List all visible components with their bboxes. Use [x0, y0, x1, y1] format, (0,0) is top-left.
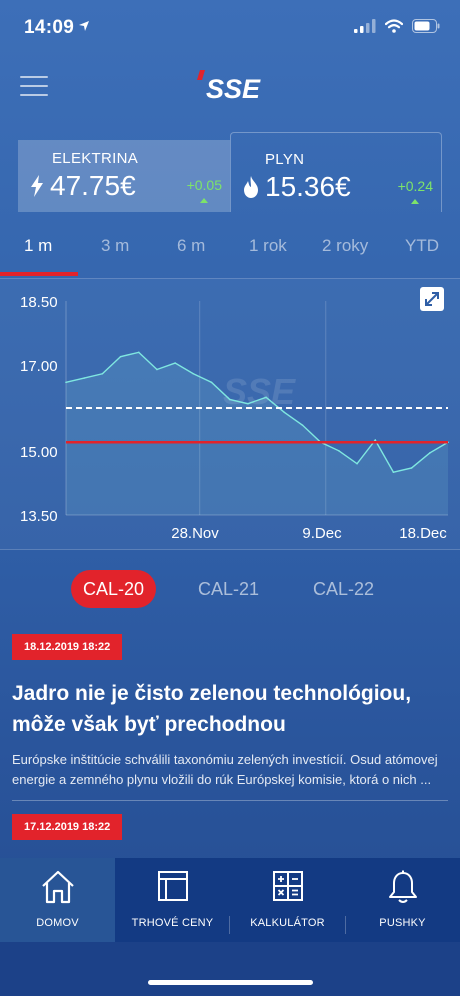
chart-canvas: SSE18.5017.0015.0013.5028.Nov 9.Dec 18.Dec: [20, 294, 449, 542]
series-point: [410, 467, 413, 469]
bell-icon: [388, 870, 417, 903]
location-arrow-icon: [79, 21, 89, 31]
tab-elektrina[interactable]: ELEKTRINA 47.75€ +0.05: [18, 140, 230, 212]
series-point: [301, 424, 304, 426]
plyn-change: +0.24: [398, 178, 433, 204]
menu-line: [20, 85, 48, 87]
nav-kalkulator-label: KALKULÁTOR: [250, 917, 325, 929]
series-point: [338, 450, 340, 452]
active-period-underline: [0, 272, 78, 276]
news-item[interactable]: 18.12.2019 18:22 Jadro nie je čisto zele…: [12, 634, 448, 801]
nav-trhove-ceny-label: TRHOVÉ CENY: [131, 917, 214, 929]
series-point: [228, 398, 231, 401]
series-point: [174, 362, 176, 364]
cal-tabs: CAL-20 CAL-21 CAL-22: [0, 568, 460, 612]
tab-cal-20[interactable]: CAL-20: [71, 570, 157, 608]
tab-cal-21[interactable]: CAL-21: [186, 570, 271, 608]
series-point: [210, 381, 213, 384]
elektrina-change: +0.05: [187, 177, 222, 203]
news-date-badge: 18.12.2019 18:22: [12, 634, 123, 660]
menu-line: [20, 94, 48, 96]
lightning-icon: [31, 175, 43, 197]
menu-button[interactable]: [20, 76, 48, 98]
tab-plyn[interactable]: PLYN 15.36€ +0.24: [230, 132, 442, 212]
tab-period-6m[interactable]: 6 m: [177, 236, 205, 256]
status-time: 14:09: [24, 17, 75, 38]
nav-pushky-label: PUSHKY: [379, 917, 426, 929]
status-bar: 14:09: [0, 0, 460, 56]
series-point: [429, 452, 431, 454]
y-tick-label: 18.50: [20, 294, 58, 311]
expand-icon: [425, 292, 439, 306]
plyn-price-row: 15.36€: [243, 171, 351, 203]
tab-period-1m[interactable]: 1 m: [24, 236, 52, 256]
price-chart[interactable]: SSE 18.50 17.00 15.00 13.50 28.Nov 9.Dec 18.Dec: [0, 278, 460, 550]
signal-icon: [354, 19, 376, 33]
bottom-nav: DOMOV TRHOVÉ CENY KALKULÁTOR PUSHKY: [0, 858, 460, 942]
news-date-badge-2: 17.12.2019 18:22: [12, 814, 123, 840]
series-point: [83, 377, 85, 379]
nav-domov[interactable]: DOMOV: [0, 858, 115, 942]
wifi-icon: [385, 19, 403, 33]
series-point: [192, 372, 195, 375]
expand-chart-button[interactable]: [420, 287, 444, 311]
home-icon: [41, 870, 74, 904]
y-tick-label: 13.50: [20, 508, 58, 525]
nav-trhove-ceny[interactable]: TRHOVÉ CENY: [115, 858, 230, 942]
home-indicator[interactable]: [148, 980, 313, 985]
nav-kalkulator[interactable]: KALKULÁTOR: [230, 858, 345, 942]
elektrina-price-row: 47.75€: [30, 170, 136, 202]
series-point: [247, 402, 249, 405]
x-tick-label: 18.Dec: [399, 525, 447, 542]
plyn-price: 15.36€: [265, 171, 351, 202]
app-header: SSE: [0, 56, 460, 120]
sse-logo: SSE: [197, 70, 261, 102]
flame-icon: [244, 176, 258, 198]
calculator-icon: [272, 871, 303, 901]
y-tick-label: 17.00: [20, 358, 58, 375]
news-divider: [12, 800, 448, 801]
plyn-label: PLYN: [265, 151, 305, 168]
tab-period-3m[interactable]: 3 m: [101, 236, 129, 256]
period-tabs: 1 m 3 m 6 m 1 rok 2 roky YTD: [0, 222, 460, 278]
logo-text: SSE: [206, 74, 261, 102]
elektrina-label: ELEKTRINA: [52, 150, 139, 167]
tab-period-ytd[interactable]: YTD: [405, 236, 439, 256]
tab-period-2roky[interactable]: 2 roky: [322, 236, 368, 256]
layout-icon: [157, 871, 188, 901]
news-excerpt: Európske inštitúcie schválili taxonómiu …: [12, 752, 438, 787]
elektrina-price: 47.75€: [50, 170, 136, 201]
series-point: [374, 439, 377, 441]
elektrina-change-value: +0.05: [186, 177, 222, 193]
tab-cal-22[interactable]: CAL-22: [301, 570, 386, 608]
status-icons: [354, 19, 440, 33]
series-point: [65, 381, 67, 384]
series-point: [137, 351, 140, 354]
series-point: [392, 471, 395, 473]
nav-pushky[interactable]: PUSHKY: [345, 858, 460, 942]
plyn-change-value: +0.24: [397, 178, 433, 194]
tab-period-1rok[interactable]: 1 rok: [249, 236, 287, 256]
x-tick-label: 28.Nov: [171, 525, 219, 542]
series-point: [156, 368, 158, 371]
series-point: [283, 411, 286, 414]
series-point: [356, 462, 358, 465]
news-title[interactable]: Jadro nie je čisto zelenou technológiou,…: [12, 678, 448, 740]
battery-icon: [412, 19, 440, 33]
x-tick-label: 9.Dec: [302, 525, 342, 542]
menu-line: [20, 76, 48, 78]
home-indicator-area: [0, 942, 460, 996]
up-triangle-icon: [411, 199, 420, 204]
series-point: [101, 372, 104, 375]
y-tick-label: 15.00: [20, 444, 58, 461]
up-triangle-icon: [200, 198, 209, 203]
series-point: [265, 396, 267, 399]
series-point: [119, 355, 122, 358]
energy-tabs: ELEKTRINA 47.75€ +0.05 PLYN 15.36€ +0.24: [18, 132, 442, 212]
nav-domov-label: DOMOV: [36, 917, 79, 929]
